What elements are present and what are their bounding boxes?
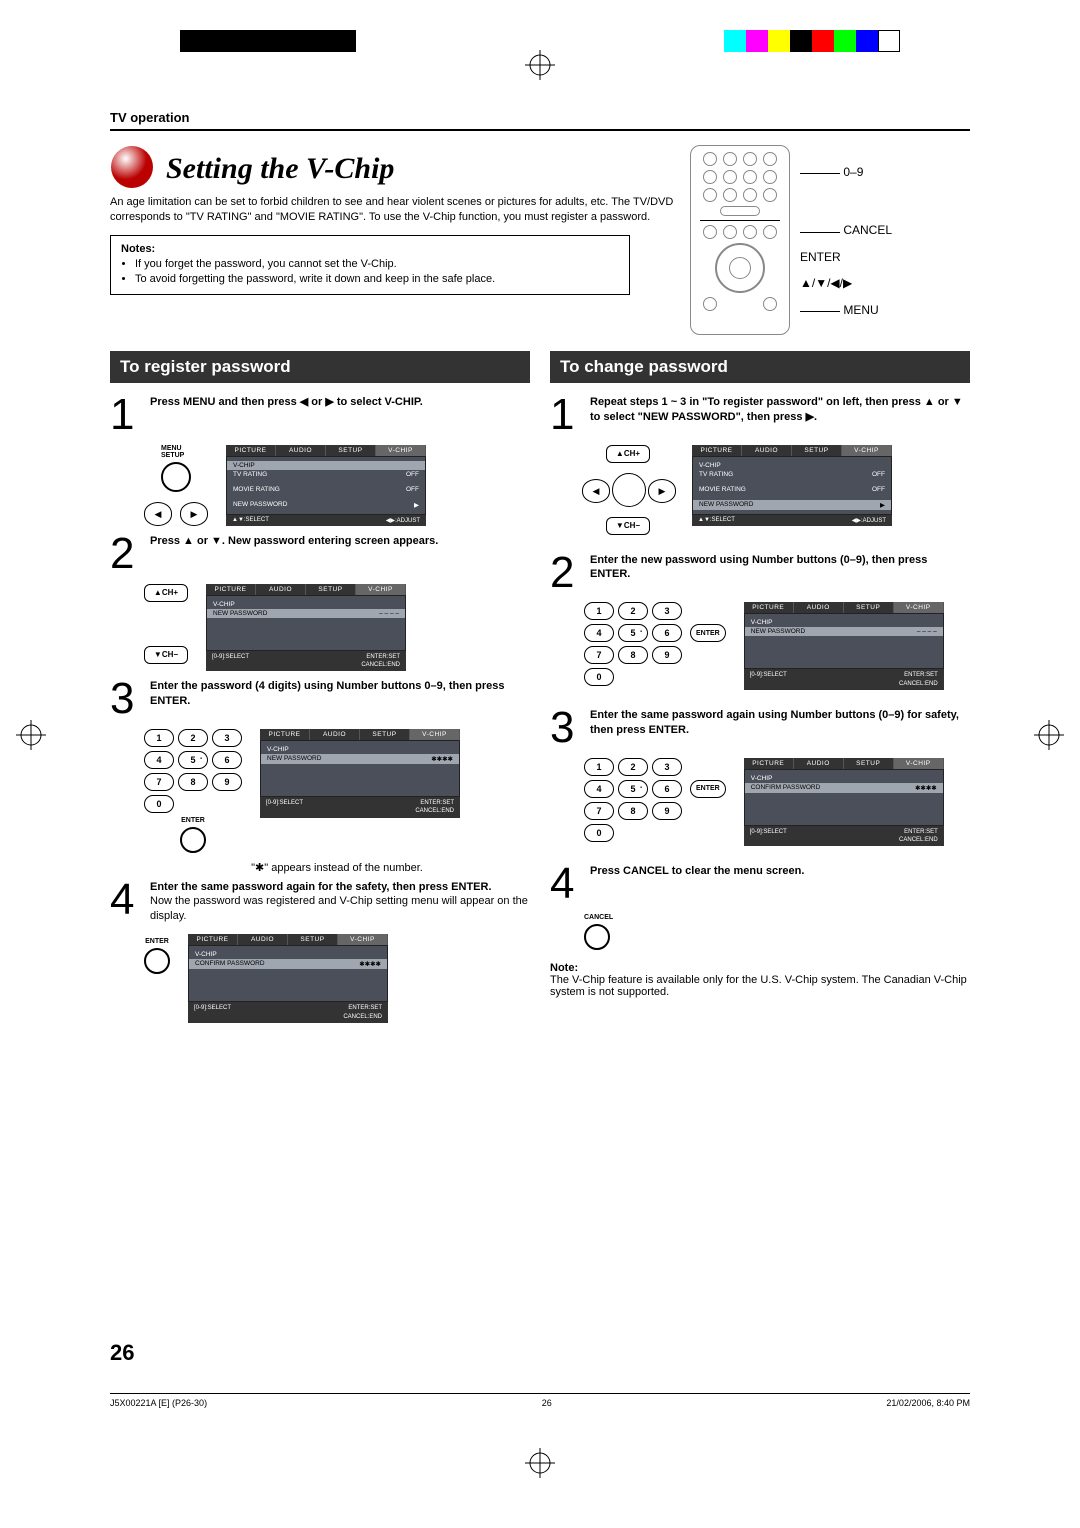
enter-button-icon xyxy=(144,948,170,974)
cmyk-bars-right xyxy=(724,30,900,52)
osd-menu: PICTUREAUDIOSETUPV-CHIP V-CHIP NEW PASSW… xyxy=(206,584,406,672)
keypad-diagram: 123 46 789 0 xyxy=(584,602,682,686)
r-step2-title: Enter the new password using Number butt… xyxy=(590,553,970,583)
step1-title: Press MENU and then press ◀ or ▶ to sele… xyxy=(150,395,530,410)
step4-title: Enter the same password again for the sa… xyxy=(150,880,530,895)
sphere-ornament-icon xyxy=(110,145,160,189)
ch-plus-button-icon: ▲CH+ xyxy=(144,584,188,602)
column-heading-change: To change password xyxy=(550,351,970,383)
step-number: 3 xyxy=(110,679,142,719)
column-heading-register: To register password xyxy=(110,351,530,383)
footer-note: Note: The V-Chip feature is available on… xyxy=(550,962,970,998)
osd-menu: PICTUREAUDIOSETUPV-CHIP V-CHIP NEW PASSW… xyxy=(260,729,460,818)
osd-menu: PICTUREAUDIOSETUPV-CHIP V-CHIP TV RATING… xyxy=(226,445,426,526)
cancel-label: CANCEL xyxy=(584,914,613,922)
footer-file: J5X00221A [E] (P26-30) xyxy=(110,1398,207,1408)
section-header: TV operation xyxy=(110,110,970,131)
cmyk-bars-left xyxy=(180,30,356,52)
step-number: 1 xyxy=(550,395,582,435)
step-number: 4 xyxy=(110,880,142,925)
step3-title: Enter the password (4 digits) using Numb… xyxy=(150,679,530,709)
note-item: If you forget the password, you cannot s… xyxy=(135,257,619,272)
osd-menu: PICTUREAUDIOSETUPV-CHIP V-CHIP NEW PASSW… xyxy=(744,602,944,690)
remote-labels: 0–9 CANCEL ENTER ▲/▼/◀/▶ MENU xyxy=(800,159,892,323)
registration-mark-icon xyxy=(525,50,555,80)
step-number: 2 xyxy=(110,534,142,574)
note-item: To avoid forgetting the password, write … xyxy=(135,272,619,287)
remote-label-enter: ENTER xyxy=(800,244,892,270)
osd-menu: PICTUREAUDIOSETUPV-CHIP V-CHIP CONFIRM P… xyxy=(188,934,388,1023)
footer-date: 21/02/2006, 8:40 PM xyxy=(886,1398,970,1408)
print-footer: J5X00221A [E] (P26-30) 26 21/02/2006, 8:… xyxy=(110,1393,970,1408)
keypad-diagram: 123 46 789 0 xyxy=(584,758,682,842)
menu-setup-label: MENU SETUP xyxy=(161,445,191,460)
r-step1-title: Repeat steps 1 ~ 3 in "To register passw… xyxy=(590,395,970,425)
right-arrow-icon xyxy=(180,502,208,526)
step3-note: "✱" appears instead of the number. xyxy=(144,861,530,874)
remote-control-diagram xyxy=(690,145,790,335)
r-step4-title: Press CANCEL to clear the menu screen. xyxy=(590,864,970,879)
enter-label: ENTER xyxy=(145,938,169,946)
remote-label-numbers: 0–9 xyxy=(800,159,892,185)
step-number: 3 xyxy=(550,708,582,748)
cancel-button-icon xyxy=(584,924,610,950)
notes-title: Notes: xyxy=(121,242,619,257)
step-number: 4 xyxy=(550,864,582,904)
step4-text: Now the password was registered and V-Ch… xyxy=(150,894,530,924)
left-arrow-icon xyxy=(144,502,172,526)
registration-mark-icon xyxy=(525,1448,555,1478)
enter-button-icon: ENTER xyxy=(690,624,726,642)
osd-menu: PICTUREAUDIOSETUPV-CHIP V-CHIP TV RATING… xyxy=(692,445,892,526)
dpad-diagram: ▲CH+ ▼CH− xyxy=(584,445,674,535)
remote-label-menu: MENU xyxy=(800,297,892,323)
registration-mark-icon xyxy=(1034,720,1064,750)
osd-menu: PICTUREAUDIOSETUPV-CHIP V-CHIP CONFIRM P… xyxy=(744,758,944,847)
keypad-diagram: 123 46 789 0 xyxy=(144,729,242,813)
remote-label-arrows: ▲/▼/◀/▶ xyxy=(800,270,892,296)
intro-text: An age limitation can be set to forbid c… xyxy=(110,195,680,225)
step-number: 1 xyxy=(110,395,142,435)
ch-minus-button-icon: ▼CH− xyxy=(144,646,188,664)
page-title: Setting the V-Chip xyxy=(166,152,394,186)
enter-label: ENTER xyxy=(181,817,205,825)
step-number: 2 xyxy=(550,553,582,593)
menu-button-icon xyxy=(161,462,191,492)
footer-page: 26 xyxy=(542,1398,552,1408)
remote-label-cancel: CANCEL xyxy=(800,217,892,243)
r-step3-title: Enter the same password again using Numb… xyxy=(590,708,970,738)
notes-box: Notes: If you forget the password, you c… xyxy=(110,235,630,295)
step2-title: Press ▲ or ▼. New password entering scre… xyxy=(150,534,530,549)
enter-button-icon: ENTER xyxy=(690,780,726,798)
registration-mark-icon xyxy=(16,720,46,750)
enter-button-icon xyxy=(180,827,206,853)
page-number: 26 xyxy=(110,1340,134,1366)
